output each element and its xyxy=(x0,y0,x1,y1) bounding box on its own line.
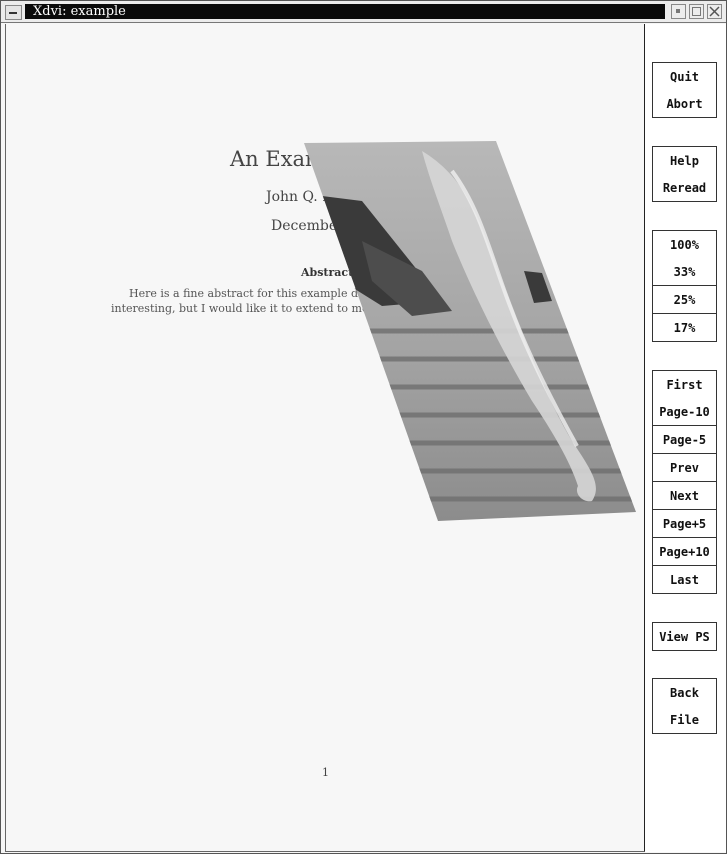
help-button[interactable]: Help xyxy=(652,146,717,175)
back-button[interactable]: Back xyxy=(652,678,717,707)
abort-button[interactable]: Abort xyxy=(652,90,717,118)
minimize-icon[interactable] xyxy=(671,4,686,19)
zoom-33-button[interactable]: 33% xyxy=(652,258,717,286)
xdvi-window: Xdvi: example An Examp John Q. D Decembe… xyxy=(0,0,727,854)
first-page-button[interactable]: First xyxy=(652,370,717,399)
view-ps-button[interactable]: View PS xyxy=(652,622,717,651)
zoom-100-button[interactable]: 100% xyxy=(652,230,717,259)
document-view[interactable]: An Examp John Q. D December Abstract Her… xyxy=(5,24,646,852)
page-plus-5-button[interactable]: Page+5 xyxy=(652,510,717,538)
maximize-icon[interactable] xyxy=(689,4,704,19)
window-title: Xdvi: example xyxy=(25,4,665,19)
close-icon[interactable] xyxy=(707,4,722,19)
window-controls xyxy=(671,4,722,19)
file-button[interactable]: File xyxy=(652,706,717,734)
next-page-button[interactable]: Next xyxy=(652,482,717,510)
page-minus-10-button[interactable]: Page-10 xyxy=(652,398,717,426)
quit-button[interactable]: Quit xyxy=(652,62,717,91)
zoom-25-button[interactable]: 25% xyxy=(652,286,717,314)
page-minus-5-button[interactable]: Page-5 xyxy=(652,426,717,454)
page-number: 1 xyxy=(322,766,329,779)
tornado-photo-figure xyxy=(304,141,636,521)
window-menu-icon[interactable] xyxy=(5,5,22,20)
last-page-button[interactable]: Last xyxy=(652,566,717,594)
reread-button[interactable]: Reread xyxy=(652,174,717,202)
page-plus-10-button[interactable]: Page+10 xyxy=(652,538,717,566)
prev-page-button[interactable]: Prev xyxy=(652,454,717,482)
button-panel: Quit Abort Help Reread 100% 33% 25% 17% … xyxy=(645,24,726,852)
title-bar[interactable]: Xdvi: example xyxy=(1,1,726,23)
zoom-17-button[interactable]: 17% xyxy=(652,314,717,342)
